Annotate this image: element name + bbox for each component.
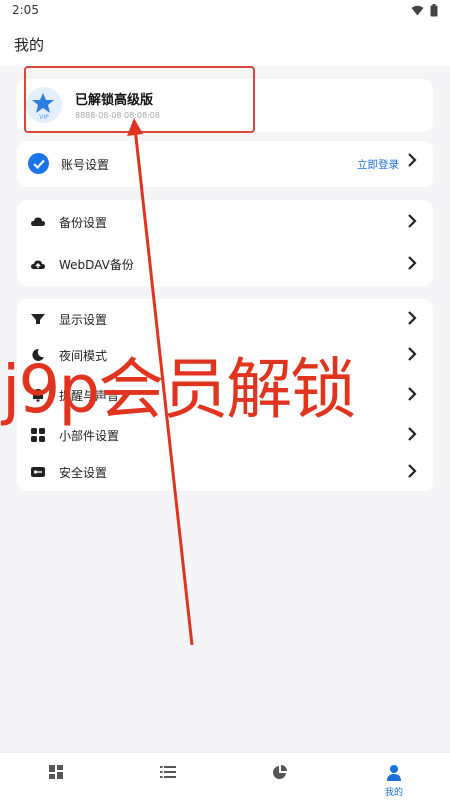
webdav-backup-row[interactable]: WebDAV备份 [17, 244, 433, 284]
vip-title: 已解锁高级版 [75, 93, 154, 108]
nav-tab-mine[interactable]: 我的 [338, 753, 450, 800]
cloud-upload-icon [31, 260, 45, 269]
nav-tab-mine-label: 我的 [384, 788, 403, 798]
chevron-right-icon [408, 464, 417, 478]
account-settings-label: 账号设置 [61, 158, 110, 172]
chevron-right-icon [408, 256, 417, 270]
funnel-icon [31, 314, 45, 324]
bell-icon [33, 389, 43, 402]
dashboard-icon [49, 765, 63, 779]
chevron-right-icon [408, 214, 417, 228]
header: 我的 [0, 22, 450, 66]
security-settings-row[interactable]: 安全设置 [17, 452, 433, 492]
login-link[interactable]: 立即登录 [357, 157, 399, 172]
person-icon [387, 765, 401, 781]
display-settings-label: 显示设置 [59, 313, 108, 327]
display-settings-row[interactable]: 显示设置 [17, 299, 433, 339]
moon-icon [32, 348, 44, 361]
chevron-right-icon [408, 427, 417, 441]
grid-icon [31, 428, 45, 442]
widget-settings-label: 小部件设置 [59, 429, 120, 443]
chevron-right-icon [408, 387, 417, 401]
reminder-sound-row[interactable]: 提醒与声音 [17, 375, 433, 415]
vip-date: 8888-08-08 08:08:08 [75, 111, 160, 120]
battery-icon [430, 4, 438, 17]
chevron-right-icon [408, 347, 417, 361]
bottom-nav: 我的 [0, 752, 450, 800]
security-settings-label: 安全设置 [59, 466, 108, 480]
vip-badge-text: VIP [39, 114, 49, 121]
check-circle-icon [28, 153, 49, 174]
webdav-backup-label: WebDAV备份 [59, 258, 134, 272]
nav-tab-list[interactable] [112, 753, 224, 800]
night-mode-row[interactable]: 夜间模式 [17, 335, 433, 375]
wifi-icon [411, 5, 424, 16]
backup-group: 备份设置 WebDAV备份 [17, 200, 433, 286]
chevron-right-icon [408, 311, 417, 325]
pie-chart-icon [273, 765, 287, 779]
status-bar: 2:05 [0, 0, 450, 22]
settings-group: 显示设置 夜间模式 提醒与声音 小部件设置 安全设置 [17, 299, 433, 491]
nav-tab-statistics[interactable] [224, 753, 336, 800]
widget-settings-row[interactable]: 小部件设置 [17, 415, 433, 455]
account-settings-row[interactable]: 账号设置 立即登录 [17, 141, 433, 187]
list-icon [160, 766, 176, 778]
backup-settings-label: 备份设置 [59, 216, 108, 230]
nav-tab-dashboard[interactable] [0, 753, 112, 800]
reminder-sound-label: 提醒与声音 [59, 389, 120, 403]
key-icon [31, 467, 45, 477]
cloud-icon [31, 217, 45, 226]
vip-badge-icon: VIP [26, 87, 62, 123]
vip-card[interactable]: VIP 已解锁高级版 8888-08-08 08:08:08 [17, 79, 433, 132]
chevron-right-icon [408, 153, 417, 167]
page-title: 我的 [14, 36, 45, 54]
status-icons [411, 4, 438, 17]
status-time: 2:05 [12, 3, 39, 17]
night-mode-label: 夜间模式 [59, 349, 108, 363]
backup-settings-row[interactable]: 备份设置 [17, 202, 433, 242]
